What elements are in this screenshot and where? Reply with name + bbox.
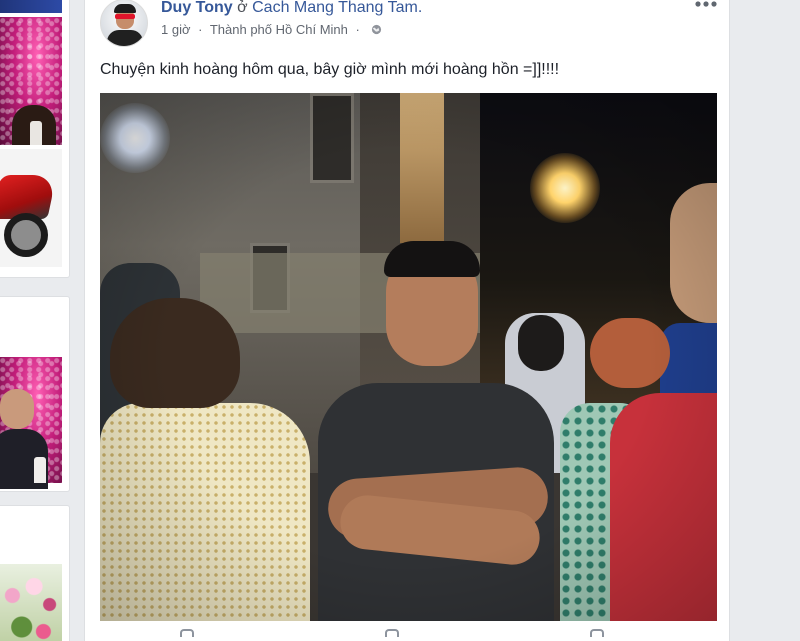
- sidebar-thumbnail[interactable]: [0, 357, 62, 489]
- comment-icon[interactable]: [385, 629, 399, 637]
- sidebar-thumbnail[interactable]: [0, 17, 62, 145]
- post-location[interactable]: Thành phố Hồ Chí Minh: [210, 22, 348, 37]
- sidebar-photo-card: [0, 0, 70, 278]
- sidebar-photo-card: [0, 296, 70, 492]
- sidebar-photo-card: [0, 505, 70, 641]
- place-link[interactable]: Cach Mang Thang Tam.: [252, 0, 422, 16]
- like-icon[interactable]: [180, 629, 194, 637]
- sidebar-thumbnail-flowers[interactable]: [0, 564, 62, 641]
- post-timestamp[interactable]: 1 giờ: [161, 22, 191, 37]
- ellipsis-icon[interactable]: [693, 0, 719, 11]
- globe-icon[interactable]: [371, 24, 382, 35]
- avatar[interactable]: [100, 0, 148, 47]
- author-name-link[interactable]: Duy Tony: [161, 0, 233, 16]
- sidebar-thumbnail-motorbike[interactable]: [0, 149, 62, 267]
- post-meta: 1 giờ · Thành phố Hồ Chí Minh ·: [161, 21, 382, 39]
- at-word: ở: [237, 0, 248, 16]
- meta-separator: ·: [355, 22, 360, 37]
- share-icon[interactable]: [590, 629, 604, 637]
- post-photo[interactable]: [100, 93, 717, 621]
- sidebar-thumbnail[interactable]: [0, 0, 62, 13]
- meta-separator: ·: [198, 22, 203, 37]
- post-text: Chuyện kinh hoàng hôm qua, bây giờ mình …: [100, 61, 560, 78]
- post-header: Duy Tony ở Cach Mang Thang Tam.: [161, 0, 422, 18]
- left-sidebar: [0, 0, 70, 641]
- post-action-bar: [100, 627, 717, 637]
- feed-post: Duy Tony ở Cach Mang Thang Tam. 1 giờ · …: [84, 0, 730, 641]
